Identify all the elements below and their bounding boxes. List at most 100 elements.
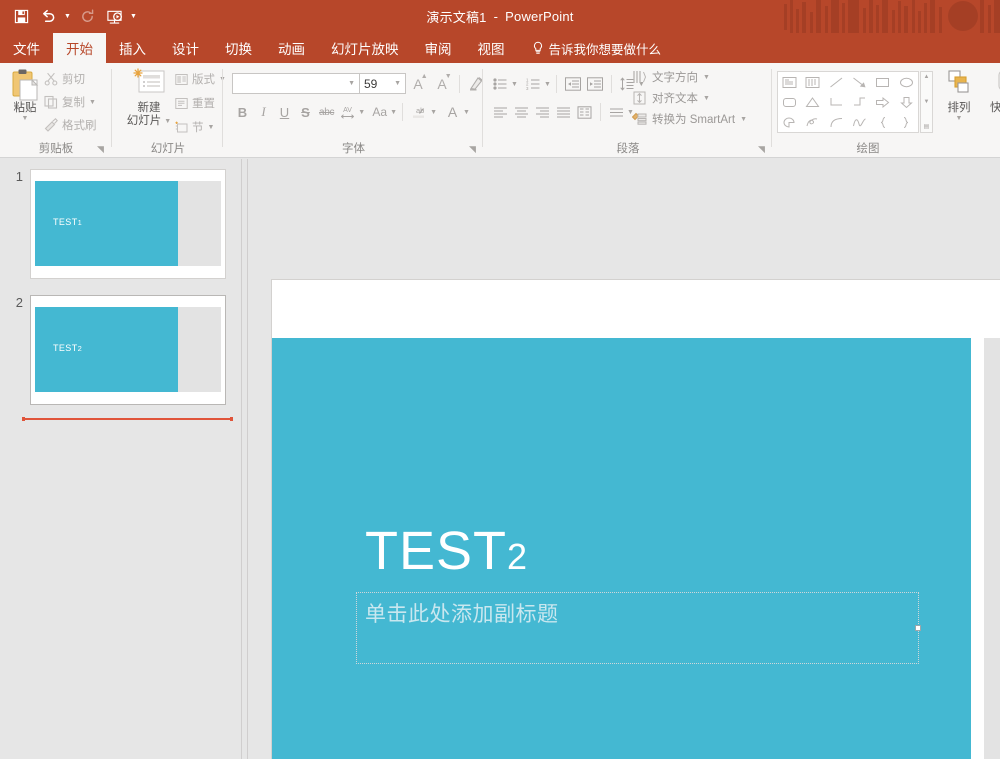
font-name-input[interactable]: ▼ [232,73,360,94]
copy-button[interactable]: 复制 ▼ [44,94,97,110]
increase-font-size-button[interactable]: A ▲ [406,73,430,94]
tab-file[interactable]: 文件 [0,33,53,63]
character-spacing-dropdown-icon[interactable]: ▼ [358,109,365,116]
new-slide-dropdown-icon[interactable]: ▼ [164,118,171,125]
placeholder-resize-handle[interactable] [915,625,921,631]
font-row-bottom: B I U S abc AV ▼ Aa ▼ ab ▼ A ▼ [232,101,470,123]
change-case-dropdown-icon[interactable]: ▼ [390,109,397,116]
ribbon-tab-strip: 文件 开始 插入 设计 切换 动画 幻灯片放映 审阅 视图 告诉我你想要做什么 [0,33,1000,63]
copy-dropdown-icon[interactable]: ▼ [89,99,96,106]
tell-me-box[interactable]: 告诉我你想要做什么 [518,33,672,63]
slide-thumbnail-2[interactable]: TEST2 [30,295,226,405]
paragraph-row-bottom: ▼ [490,101,634,123]
font-size-dropdown-icon[interactable]: ▼ [394,80,401,87]
subtitle-placeholder[interactable]: 单击此处添加副标题 [356,592,921,664]
shapes-gallery[interactable] [777,71,919,133]
text-direction-dropdown-icon[interactable]: ▼ [703,74,710,81]
tab-transitions[interactable]: 切换 [212,33,265,63]
align-text-dropdown-icon[interactable]: ▼ [703,95,710,102]
change-case-button[interactable]: Aa [369,101,390,123]
font-color-button[interactable]: A [442,101,463,123]
customize-qat-icon[interactable]: ▼ [128,4,139,30]
tab-view[interactable]: 视图 [465,33,518,63]
font-color-dropdown-icon[interactable]: ▼ [463,109,470,116]
align-left-button[interactable] [490,101,511,123]
text-shadow-button[interactable]: S [295,101,316,123]
rounded-rectangle-shape-icon [783,97,797,107]
font-name-dropdown-icon[interactable]: ▼ [348,80,355,87]
paragraph-sep-3 [600,103,601,121]
text-columns-button[interactable] [606,101,627,123]
font-size-input[interactable]: 59 ▼ [360,73,406,94]
align-center-button[interactable] [511,101,532,123]
numbering-button[interactable]: 1 2 3 [523,73,544,95]
align-text-button[interactable]: 对齐文本 ▼ [632,90,747,106]
section-dropdown-icon[interactable]: ▼ [208,124,215,131]
text-direction-button[interactable]: 文字方向 ▼ [632,69,747,85]
arrange-button[interactable]: 排列 ▼ [936,69,982,122]
align-right-button[interactable] [532,101,553,123]
gallery-expand-icon[interactable]: ▤ [924,123,930,130]
convert-to-smartart-button[interactable]: 转换为 SmartArt ▼ [632,111,747,127]
tab-home[interactable]: 开始 [53,33,106,63]
increase-indent-button[interactable] [584,73,606,95]
tab-animations[interactable]: 动画 [265,33,318,63]
undo-dropdown-icon[interactable]: ▼ [62,4,73,30]
section-button[interactable]: 节 ▼ [175,119,226,135]
slide-editor[interactable]: TEST2 单击此处添加副标题 [271,279,1000,759]
gallery-scroll-down-icon[interactable]: ▼ [924,99,930,105]
text-highlight-color-button[interactable]: ab [408,101,430,123]
numbering-dropdown-icon[interactable]: ▼ [544,81,551,88]
slide-thumbnail-1[interactable]: TEST1 [30,169,226,279]
reset-button[interactable]: 重置 [175,95,226,111]
elbow-connector-shape-icon [830,97,842,105]
thumbnail-row-1[interactable]: 1 TEST1 [8,169,226,279]
decrease-indent-button[interactable] [562,73,584,95]
pane-splitter[interactable] [241,159,248,759]
columns-button[interactable] [574,101,595,123]
layout-button[interactable]: 版式 ▼ [175,71,226,87]
clipboard-dialog-launcher[interactable]: ◥ [95,144,106,155]
start-slideshow-button[interactable] [101,4,127,30]
character-spacing-button[interactable]: AV [337,101,358,123]
tab-insert[interactable]: 插入 [106,33,159,63]
tab-review[interactable]: 审阅 [412,33,465,63]
cut-button[interactable]: 剪切 [44,71,97,87]
underline-button[interactable]: U [274,101,295,123]
slide-thumbnail-pane[interactable]: 1 TEST1 2 TEST2 [0,159,241,759]
thumbnail-side-block [178,307,221,392]
tab-design[interactable]: 设计 [159,33,212,63]
justify-button[interactable] [553,101,574,123]
undo-button[interactable] [35,4,61,30]
format-painter-button[interactable]: 格式刷 [44,117,97,133]
bold-button[interactable]: B [232,101,253,123]
lightbulb-icon [532,41,544,55]
paste-button[interactable]: 粘贴 ▼ [4,68,46,122]
gallery-scroll-up-icon[interactable]: ▲ [924,74,930,80]
slides-commands: 版式 ▼ 重置 节 ▼ [175,71,226,135]
slide-title-text[interactable]: TEST2 [365,524,528,578]
paste-dropdown-icon[interactable]: ▼ [22,115,29,122]
paragraph-dialog-launcher[interactable]: ◥ [756,144,767,155]
workspace: 1 TEST1 2 TEST2 TEST2 单击此处添加副标题 [0,159,1000,759]
bullets-button[interactable] [490,73,511,95]
font-dialog-launcher[interactable]: ◥ [467,144,478,155]
strikethrough-button[interactable]: abc [316,101,337,123]
bullets-dropdown-icon[interactable]: ▼ [511,81,518,88]
format-painter-label: 格式刷 [62,120,97,132]
quick-styles-button[interactable]: 快速样式 ▼ [983,69,1000,122]
text-highlight-dropdown-icon[interactable]: ▼ [430,109,437,116]
italic-button[interactable]: I [253,101,274,123]
layout-label: 版式 [192,74,215,86]
tab-slideshow[interactable]: 幻灯片放映 [318,33,412,63]
decrease-font-size-button[interactable]: A ▼ [430,73,454,94]
quick-styles-label: 快速样式 [990,102,1000,114]
new-slide-button[interactable]: 新建 幻灯片 ▼ [123,67,175,128]
save-button[interactable] [8,4,34,30]
shapes-gallery-scrollbar[interactable]: ▲ ▼ ▤ [920,71,933,133]
convert-to-smartart-dropdown-icon[interactable]: ▼ [740,116,747,123]
arrange-dropdown-icon[interactable]: ▼ [956,115,963,122]
thumbnail-row-2[interactable]: 2 TEST2 [8,295,226,405]
left-brace-shape-icon [881,116,886,128]
right-brace-shape-icon [903,116,908,128]
